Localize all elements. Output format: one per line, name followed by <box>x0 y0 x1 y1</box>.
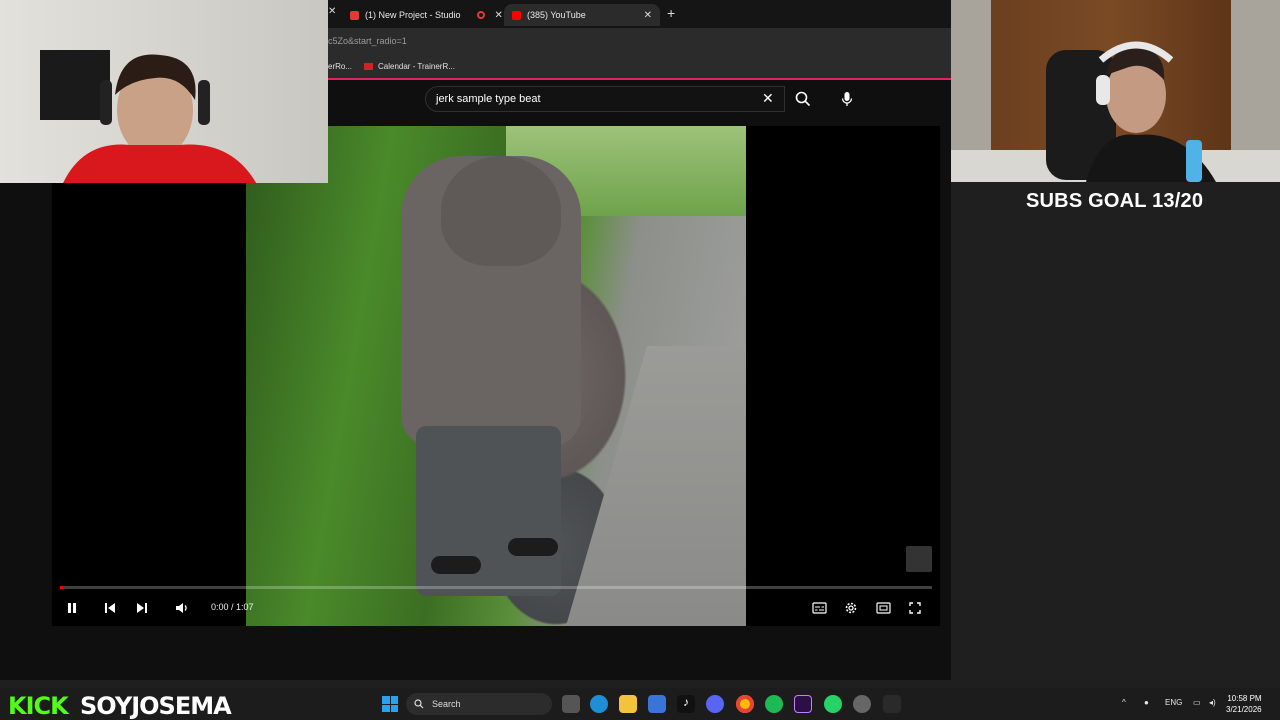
webcam-right <box>951 0 1280 182</box>
tab-label: (1) New Project - Studio <box>365 10 461 20</box>
channel-watermark[interactable] <box>906 546 932 572</box>
search-input[interactable]: jerk sample type beat <box>425 86 785 112</box>
recording-icon <box>476 11 485 19</box>
task-view-icon[interactable] <box>562 695 580 713</box>
premiere-pro-icon[interactable] <box>794 695 812 713</box>
volume-icon <box>176 603 187 613</box>
pause-icon <box>68 603 76 613</box>
new-tab-button[interactable]: + <box>667 5 675 21</box>
windows-start-button[interactable] <box>382 696 398 712</box>
spotify-icon[interactable] <box>765 695 783 713</box>
taskbar-search[interactable]: Search <box>406 693 552 715</box>
youtube-favicon-icon <box>512 10 521 20</box>
video-player[interactable]: 0:00 / 1:07 <box>52 126 940 626</box>
file-explorer-icon[interactable] <box>619 695 637 713</box>
trainer-favicon-icon <box>364 63 373 70</box>
chrome-icon[interactable] <box>736 695 754 713</box>
chevron-up-icon[interactable]: ^ <box>1122 698 1126 707</box>
close-tab-icon[interactable]: ✕ <box>328 6 336 17</box>
studio-favicon-icon <box>350 10 359 20</box>
discord-icon[interactable] <box>706 695 724 713</box>
webcam-person <box>63 54 257 183</box>
gear-icon <box>845 602 857 614</box>
microsoft-store-icon[interactable] <box>648 695 666 713</box>
progress-fill <box>60 586 64 589</box>
browser-tab-strip: ✕ (1) New Project - Studio ✕ (385) YouTu… <box>328 0 951 28</box>
fullscreen-button[interactable] <box>904 598 926 618</box>
volume-button[interactable] <box>171 598 193 618</box>
volume-icon[interactable]: ◂) <box>1209 698 1216 707</box>
pause-button[interactable] <box>61 598 83 618</box>
whatsapp-icon[interactable] <box>824 695 842 713</box>
network-icon[interactable]: ▭ <box>1193 698 1201 707</box>
video-scene-hood <box>441 156 561 266</box>
tiktok-icon[interactable]: ♪ <box>677 695 695 713</box>
bookmark-label: Calendar - TrainerR... <box>378 62 455 71</box>
clear-search-icon[interactable]: ✕ <box>762 90 774 107</box>
player-controls: 0:00 / 1:07 <box>52 594 940 622</box>
subtitles-icon <box>811 602 827 614</box>
tab-label: (385) YouTube <box>527 10 586 20</box>
webcam-person <box>1046 41 1216 182</box>
edge-icon[interactable] <box>590 695 608 713</box>
clock-date: 3/21/2026 <box>1226 705 1262 714</box>
theater-mode-icon <box>875 602 891 614</box>
video-scene-shoe <box>431 556 481 574</box>
tab-new-project-studio[interactable]: (1) New Project - Studio ✕ <box>342 4 511 26</box>
video-scene-path <box>566 346 746 626</box>
obs-icon[interactable] <box>853 695 871 713</box>
video-frame[interactable] <box>246 126 746 626</box>
subs-goal-overlay: SUBS GOAL 13/20 <box>1026 190 1204 212</box>
settings-button[interactable] <box>840 598 862 618</box>
skip-next-icon <box>137 603 147 613</box>
close-tab-icon[interactable]: ✕ <box>495 10 503 21</box>
microphone-icon <box>841 92 853 106</box>
kick-logo: KICK <box>8 692 69 720</box>
app-icon[interactable] <box>883 695 901 713</box>
bookmark-item[interactable]: erRo... <box>328 62 352 71</box>
webcam-left <box>0 0 328 183</box>
url-text: c5Zo&start_radio=1 <box>328 36 407 46</box>
next-button[interactable] <box>131 598 153 618</box>
clock-time: 10:58 PM <box>1227 694 1262 703</box>
address-bar[interactable]: c5Zo&start_radio=1 <box>328 28 951 56</box>
system-clock[interactable]: 10:58 PM 3/21/2026 <box>1226 693 1262 715</box>
search-icon <box>795 91 811 107</box>
video-scene-shoe <box>508 538 558 556</box>
time-display: 0:00 / 1:07 <box>211 602 254 612</box>
fullscreen-icon <box>909 602 921 614</box>
bookmarks-bar: erRo... Calendar - TrainerR... <box>328 56 951 80</box>
bookmark-calendar[interactable]: Calendar - TrainerR... <box>364 62 455 71</box>
microphone-icon[interactable]: ● <box>1144 698 1149 707</box>
taskbar: KICK SOYJOSEMA Search ♪ ^ ● ENG ▭ ◂) 10:… <box>0 688 1280 720</box>
skip-previous-icon <box>105 603 115 613</box>
search-button[interactable] <box>786 86 820 112</box>
subtitles-button[interactable] <box>808 598 830 618</box>
previous-button[interactable] <box>99 598 121 618</box>
voice-search-button[interactable] <box>833 86 861 112</box>
desktop: ✕ (1) New Project - Studio ✕ (385) YouTu… <box>0 0 1280 720</box>
bookmark-label: erRo... <box>328 62 353 71</box>
tab-youtube[interactable]: (385) YouTube ✕ <box>504 4 660 26</box>
channel-name: SOYJOSEMA <box>80 692 232 720</box>
taskbar-search-label: Search <box>432 699 461 709</box>
language-indicator[interactable]: ENG <box>1165 698 1182 707</box>
close-tab-icon[interactable]: ✕ <box>644 10 652 21</box>
theater-mode-button[interactable] <box>872 598 894 618</box>
search-icon <box>414 699 424 709</box>
progress-bar[interactable] <box>60 586 932 589</box>
